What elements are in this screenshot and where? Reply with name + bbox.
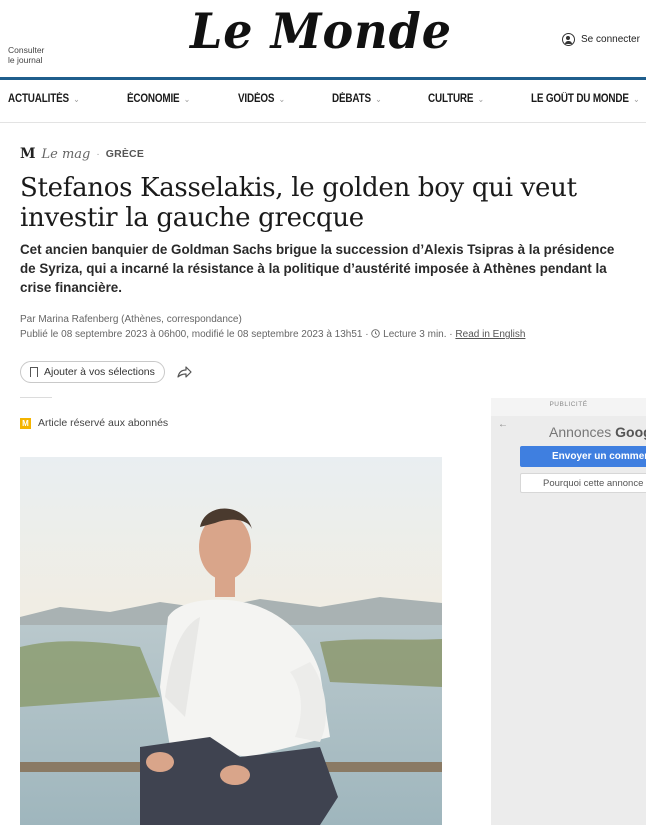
nav-item-debats[interactable]: DÉBATS ⌄: [332, 93, 382, 105]
nav-label: CULTURE: [428, 93, 474, 105]
premium-icon: M: [20, 417, 31, 429]
premium-label: Article réservé aux abonnés: [38, 417, 169, 429]
nav-label: LE GOÛT DU MONDE: [531, 93, 629, 105]
mag-logo[interactable]: M: [20, 146, 36, 162]
nav-label: DÉBATS: [332, 93, 371, 105]
nav-item-culture[interactable]: CULTURE ⌄: [428, 93, 484, 105]
nav-item-actualites[interactable]: ACTUALITÉS ⌄: [8, 93, 80, 105]
chevron-down-icon: ⌄: [375, 94, 382, 104]
why-this-ad-button[interactable]: Pourquoi cette annonce ?: [520, 473, 646, 493]
logo-text: Le Monde: [189, 2, 453, 60]
nav-item-economie[interactable]: ÉCONOMIE ⌄: [127, 93, 190, 105]
author-line: Par Marina Rafenberg (Athènes, correspon…: [20, 314, 242, 325]
article-kicker: M Le mag · GRÈCE: [20, 146, 144, 162]
add-to-selections-button[interactable]: Ajouter à vos sélections: [20, 361, 165, 383]
nav-item-videos[interactable]: VIDÉOS ⌄: [238, 93, 285, 105]
ad-title: Annonces Google: [549, 424, 646, 440]
chevron-down-icon: ⌄: [278, 94, 285, 104]
article-title: Stefanos Kasselakis, le golden boy qui v…: [20, 173, 577, 233]
save-label: Ajouter à vos sélections: [44, 366, 155, 378]
login-button[interactable]: Se connecter: [562, 33, 640, 46]
kicker-separator: ·: [96, 148, 100, 160]
back-arrow-icon[interactable]: ←: [498, 419, 508, 430]
article-lead: Cet ancien banquier de Goldman Sachs bri…: [20, 242, 615, 295]
divider: [20, 397, 52, 398]
ad-title-brand: Google: [615, 424, 646, 440]
mag-logo-text[interactable]: Le mag: [42, 147, 91, 162]
read-in-english-link[interactable]: Read in English: [455, 329, 525, 340]
premium-notice: M Article réservé aux abonnés: [20, 417, 168, 429]
bookmark-icon: [30, 367, 38, 381]
send-feedback-button[interactable]: Envoyer un commentaire: [520, 446, 646, 467]
login-label: Se connecter: [581, 34, 640, 45]
nav-label: ACTUALITÉS: [8, 93, 69, 105]
chevron-down-icon: ⌄: [477, 94, 484, 104]
category-link[interactable]: GRÈCE: [106, 148, 144, 160]
share-icon[interactable]: [176, 364, 192, 380]
chevron-down-icon: ⌄: [633, 94, 640, 104]
user-icon: [562, 33, 575, 46]
publication-date: Publié le 08 septembre 2023 à 06h00, mod…: [20, 329, 363, 340]
nav-item-gout-du-monde[interactable]: LE GOÛT DU MONDE ⌄: [531, 93, 640, 105]
site-logo[interactable]: Le Monde: [0, 2, 646, 60]
ad-title-prefix: Annonces: [549, 424, 616, 440]
article-byline: Par Marina Rafenberg (Athènes, correspon…: [20, 312, 620, 342]
publication-line: Publié le 08 septembre 2023 à 06h00, mod…: [20, 327, 620, 342]
nav-label: VIDÉOS: [238, 93, 275, 105]
chevron-down-icon: ⌄: [73, 94, 80, 104]
nav-label: ÉCONOMIE: [127, 93, 180, 105]
clock-icon: [371, 329, 381, 338]
main-nav: ACTUALITÉS ⌄ ÉCONOMIE ⌄ VIDÉOS ⌄ DÉBATS ⌄ CU…: [0, 80, 646, 123]
chevron-down-icon: ⌄: [183, 94, 191, 104]
article-photo[interactable]: [20, 457, 442, 825]
reading-time: Lecture 3 min.: [383, 329, 447, 340]
ad-label: PUBLICITÉ: [549, 401, 588, 408]
